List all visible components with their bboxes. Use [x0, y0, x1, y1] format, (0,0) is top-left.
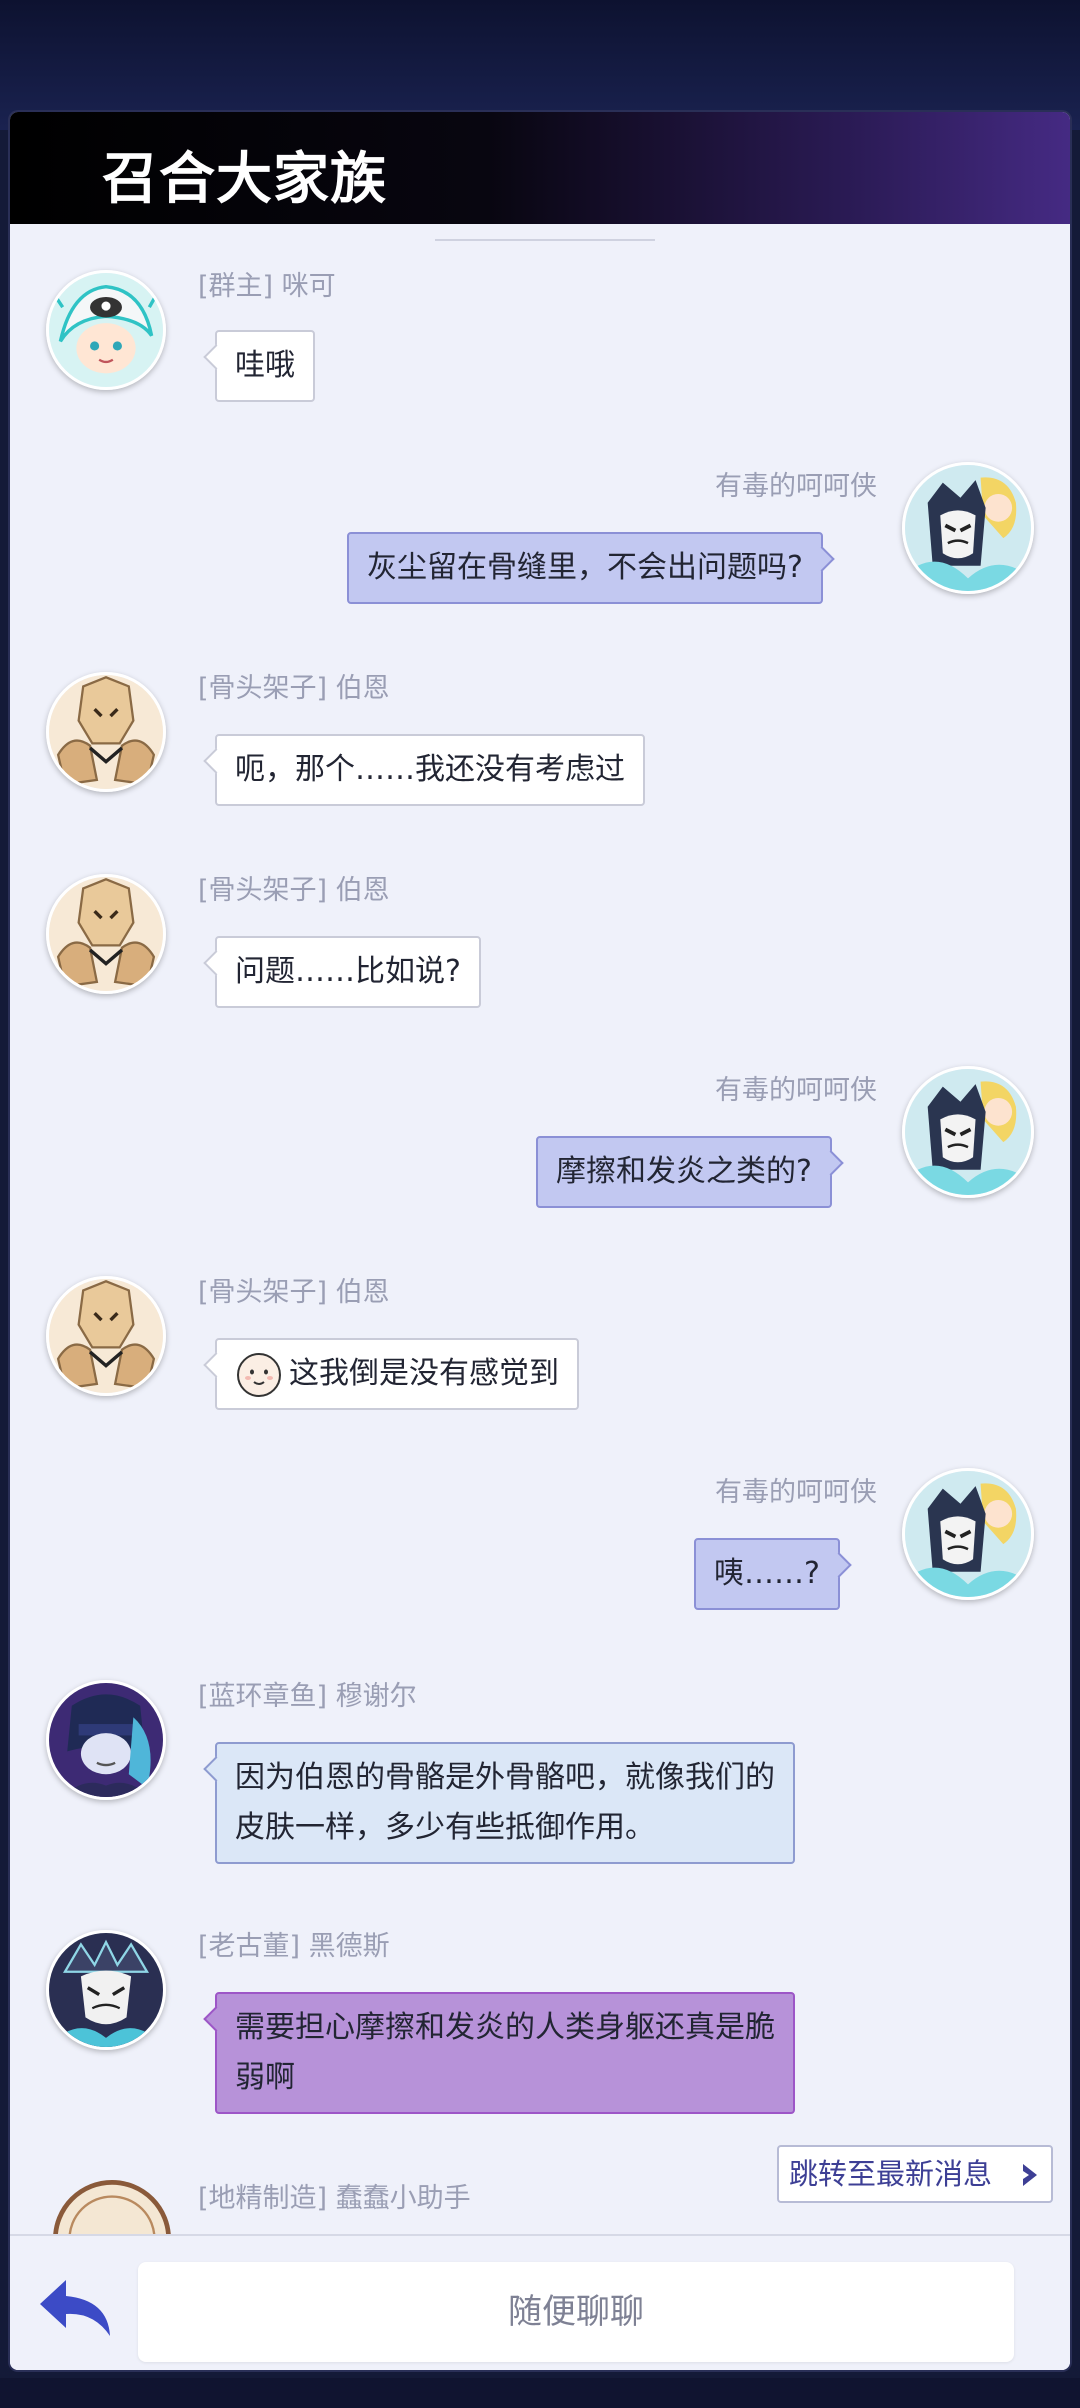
message-bubble[interactable]: 问题……比如说?	[215, 936, 481, 1008]
jump-to-latest-button[interactable]: 跳转至最新消息	[777, 2145, 1053, 2203]
message-bubble[interactable]: 咦……?	[694, 1538, 840, 1610]
message-bubble[interactable]: 需要担心摩擦和发炎的人类身躯还真是脆弱啊	[215, 1992, 795, 2114]
chat-window: 召合大家族 [群主] 咪可 哇哦 有毒的呵呵侠 灰尘留在骨缝里，不会出问题吗?	[10, 112, 1070, 2370]
chat-input[interactable]	[138, 2262, 1014, 2362]
message-bubble[interactable]: 哇哦	[215, 330, 315, 402]
sender-name: 有毒的呵呵侠	[715, 471, 877, 502]
message-text: 这我倒是没有感觉到	[289, 1356, 559, 1391]
player-avatar[interactable]	[902, 462, 1034, 594]
player-avatar[interactable]	[902, 1468, 1034, 1600]
message-bubble[interactable]: 摩擦和发炎之类的?	[536, 1136, 832, 1208]
bone-avatar[interactable]	[46, 874, 166, 994]
hades-avatar[interactable]	[46, 1930, 166, 2050]
message-bubble[interactable]: 呃，那个……我还没有考虑过	[215, 734, 645, 806]
sender-name: [骨头架子] 伯恩	[198, 673, 390, 704]
sender-name: [骨头架子] 伯恩	[198, 1277, 390, 1308]
input-bar	[10, 2234, 1070, 2370]
sender-name: 有毒的呵呵侠	[715, 1075, 877, 1106]
bone-avatar[interactable]	[46, 1276, 166, 1396]
pull-indicator	[435, 239, 655, 241]
jump-to-latest-label: 跳转至最新消息	[789, 2157, 993, 2191]
message-bubble[interactable]: 这我倒是没有感觉到	[215, 1338, 579, 1410]
sender-name: [老古董] 黑德斯	[198, 1931, 390, 1962]
sender-name: [蓝环章鱼] 穆谢尔	[198, 1681, 417, 1712]
reply-arrow-icon[interactable]	[36, 2274, 116, 2340]
sender-name: 有毒的呵呵侠	[715, 1477, 877, 1508]
player-avatar[interactable]	[902, 1066, 1034, 1198]
octopus-avatar[interactable]	[46, 1680, 166, 1800]
sender-name: [骨头架子] 伯恩	[198, 875, 390, 906]
page-title: 召合大家族	[102, 146, 387, 212]
sender-name: [地精制造] 蠢蠢小助手	[198, 2183, 471, 2214]
bone-avatar[interactable]	[46, 672, 166, 792]
background-bottom	[0, 2378, 1080, 2408]
mico-avatar[interactable]	[46, 270, 166, 390]
message-bubble[interactable]: 灰尘留在骨缝里，不会出问题吗?	[347, 532, 823, 604]
sender-name: [群主] 咪可	[198, 271, 336, 302]
background-top	[0, 0, 1080, 130]
smiling-face-icon	[237, 1352, 281, 1397]
goblin-avatar[interactable]	[53, 2180, 171, 2234]
title-bar: 召合大家族	[10, 112, 1070, 224]
chevron-right-icon	[1023, 2164, 1037, 2186]
message-bubble[interactable]: 因为伯恩的骨骼是外骨骼吧，就像我们的皮肤一样，多少有些抵御作用。	[215, 1742, 795, 1864]
